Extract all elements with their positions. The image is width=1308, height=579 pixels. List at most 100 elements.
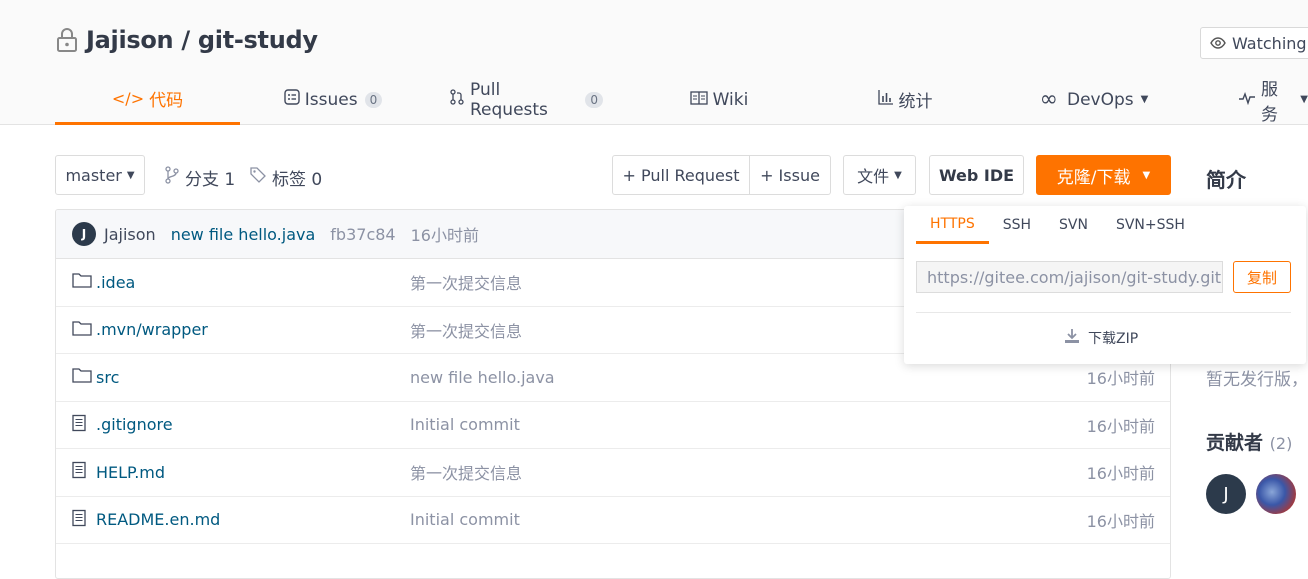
- pulse-icon: [1238, 90, 1256, 110]
- commit-hash[interactable]: fb37c84: [330, 225, 395, 244]
- tab-services-label: 服务: [1261, 79, 1278, 125]
- commit-time: 16小时前: [410, 226, 479, 245]
- tab-devops-label: DevOps: [1066, 89, 1134, 110]
- file-commit-time: 16小时前: [1086, 369, 1155, 389]
- chevron-down-icon: ▼: [1300, 94, 1308, 105]
- pull-request-icon: [449, 89, 465, 110]
- repo-title-area: Jajison / git-study: [56, 26, 318, 54]
- tab-pull-requests-label: Pull Requests: [470, 79, 548, 120]
- watch-label: Watching: [1232, 33, 1307, 53]
- file-commit-message[interactable]: new file hello.java: [410, 368, 555, 387]
- tab-https[interactable]: HTTPS: [916, 206, 989, 244]
- table-row[interactable]: HELP.md 第一次提交信息 16小时前: [56, 449, 1170, 497]
- table-row[interactable]: README.en.md Initial commit 16小时前: [56, 497, 1170, 544]
- file-icon: [72, 414, 86, 435]
- commit-author[interactable]: Jajison: [104, 225, 156, 244]
- repo-title[interactable]: Jajison / git-study: [86, 26, 318, 54]
- contributor-avatar-image[interactable]: [1256, 474, 1296, 514]
- code-icon: </>: [111, 88, 145, 108]
- tags-label: 标签 0: [272, 169, 323, 190]
- branches-link[interactable]: 分支 1: [164, 157, 235, 197]
- tab-svn-ssh[interactable]: SVN+SSH: [1102, 206, 1199, 244]
- file-commit-time: 16小时前: [1086, 464, 1155, 484]
- issues-count-badge: 0: [364, 91, 383, 108]
- contributor-avatar[interactable]: J: [1206, 474, 1246, 514]
- branch-icon: [164, 165, 180, 189]
- book-icon: [689, 90, 708, 110]
- file-commit-time: 16小时前: [1086, 511, 1155, 531]
- download-zip-label: 下载ZIP: [1088, 331, 1139, 347]
- folder-icon: [72, 272, 92, 292]
- file-commit-message[interactable]: 第一次提交信息: [410, 318, 522, 342]
- intro-title: 简介: [1206, 168, 1246, 192]
- chevron-down-icon: ▼: [126, 169, 135, 181]
- tab-issues-label: Issues: [304, 89, 358, 110]
- tab-wiki[interactable]: Wiki: [689, 74, 749, 125]
- file-name[interactable]: .idea: [96, 273, 135, 292]
- tab-code[interactable]: </> 代码: [55, 74, 240, 125]
- table-row[interactable]: .gitignore Initial commit 16小时前: [56, 402, 1170, 449]
- file-name[interactable]: .mvn/wrapper: [96, 320, 208, 339]
- tags-link[interactable]: 标签 0: [249, 157, 322, 197]
- web-ide-button[interactable]: Web IDE: [929, 155, 1024, 195]
- contributors-title: 贡献者 (2): [1206, 428, 1292, 455]
- tab-stats-label: 统计: [898, 92, 933, 112]
- download-icon: [1064, 328, 1080, 348]
- infinity-icon: ∞: [1039, 87, 1058, 112]
- repo-tabs: </> 代码 Issues 0 Pull Requests 0 Wiki 统计 …: [0, 74, 1308, 125]
- tab-pull-requests[interactable]: Pull Requests 0: [449, 74, 603, 125]
- chevron-down-icon: ▼: [894, 169, 902, 181]
- clone-popup: HTTPS SSH SVN SVN+SSH 复制 下载ZIP: [904, 206, 1306, 364]
- file-commit-message[interactable]: Initial commit: [410, 415, 520, 434]
- file-commit-message[interactable]: Initial commit: [410, 510, 520, 529]
- file-menu-button[interactable]: 文件 ▼: [843, 155, 916, 195]
- contributors-count: (2): [1269, 434, 1293, 453]
- chevron-down-icon: ▼: [1140, 94, 1149, 105]
- clone-download-label: 克隆/下载: [1056, 167, 1131, 188]
- watch-button[interactable]: Watching: [1200, 27, 1308, 59]
- bar-chart-icon: [877, 89, 894, 110]
- file-name[interactable]: src: [96, 368, 119, 387]
- issues-icon: [284, 89, 300, 110]
- file-icon: [72, 462, 86, 483]
- tab-services[interactable]: 服务 ▼: [1238, 74, 1308, 125]
- pull-requests-count-badge: 0: [585, 91, 603, 108]
- pull-request-button[interactable]: + Pull Request: [612, 155, 750, 195]
- tab-wiki-label: Wiki: [712, 89, 749, 110]
- eye-icon: [1210, 34, 1226, 53]
- clone-url-input[interactable]: [916, 261, 1223, 293]
- issue-button[interactable]: + Issue: [749, 155, 831, 195]
- clone-download-button[interactable]: 克隆/下载 ▼: [1036, 155, 1171, 195]
- tab-stats[interactable]: 统计: [874, 74, 936, 125]
- tab-svn[interactable]: SVN: [1045, 206, 1102, 244]
- tab-ssh[interactable]: SSH: [989, 206, 1045, 244]
- release-text: 暂无发行版，: [1206, 370, 1308, 390]
- file-commit-message[interactable]: 第一次提交信息: [410, 460, 522, 484]
- file-icon: [72, 509, 86, 530]
- download-zip-link[interactable]: 下载ZIP: [1064, 328, 1138, 348]
- tab-devops[interactable]: ∞ DevOps ▼: [1038, 74, 1150, 125]
- branch-select[interactable]: master ▼: [55, 155, 145, 195]
- commit-message[interactable]: new file hello.java: [171, 225, 316, 244]
- folder-icon: [72, 367, 92, 387]
- repo-header: Jajison / git-study Watching </> 代码 Issu…: [0, 0, 1308, 125]
- contributors-title-text: 贡献者: [1206, 432, 1264, 454]
- file-name[interactable]: HELP.md: [96, 463, 165, 482]
- file-menu-label: 文件: [857, 167, 890, 186]
- file-name[interactable]: README.en.md: [96, 510, 220, 529]
- tab-issues[interactable]: Issues 0: [284, 74, 383, 125]
- divider: [916, 312, 1291, 313]
- clone-protocol-tabs: HTTPS SSH SVN SVN+SSH: [916, 206, 1199, 244]
- avatar[interactable]: J: [72, 222, 96, 246]
- file-commit-time: 16小时前: [1086, 416, 1155, 436]
- folder-icon: [72, 320, 92, 340]
- copy-button[interactable]: 复制: [1233, 261, 1291, 293]
- branches-label: 分支 1: [185, 169, 236, 190]
- tag-icon: [249, 166, 267, 189]
- branch-select-label: master: [65, 165, 122, 185]
- file-name[interactable]: .gitignore: [96, 415, 173, 434]
- lock-icon: [56, 27, 78, 53]
- chevron-down-icon: ▼: [1142, 169, 1151, 181]
- tab-code-label: 代码: [149, 90, 184, 111]
- file-commit-message[interactable]: 第一次提交信息: [410, 270, 522, 294]
